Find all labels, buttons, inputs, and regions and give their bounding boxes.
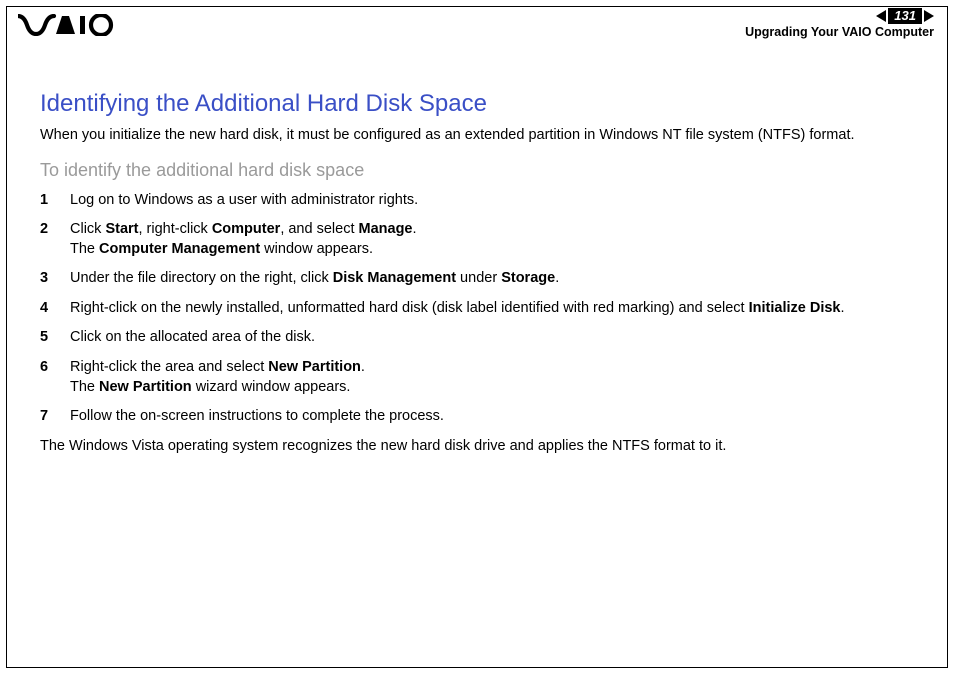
subheading: To identify the additional hard disk spa…	[40, 160, 914, 181]
page-nav: 131	[745, 8, 934, 24]
outro-paragraph: The Windows Vista operating system recog…	[40, 437, 914, 457]
vaio-logo	[18, 14, 118, 36]
step-item: Under the file directory on the right, c…	[40, 269, 914, 289]
step-item: Click on the allocated area of the disk.	[40, 328, 914, 348]
page-header: 131 Upgrading Your VAIO Computer	[6, 6, 948, 46]
step-item: Right-click the area and select New Part…	[40, 358, 914, 397]
header-right: 131 Upgrading Your VAIO Computer	[745, 8, 934, 39]
intro-paragraph: When you initialize the new hard disk, i…	[40, 126, 914, 146]
steps-list: Log on to Windows as a user with adminis…	[40, 191, 914, 427]
page-title: Identifying the Additional Hard Disk Spa…	[40, 90, 914, 118]
next-page-arrow-icon[interactable]	[924, 10, 934, 22]
page-number: 131	[888, 8, 922, 24]
step-item: Click Start, right-click Computer, and s…	[40, 220, 914, 259]
page-content: Identifying the Additional Hard Disk Spa…	[40, 90, 914, 456]
section-name: Upgrading Your VAIO Computer	[745, 25, 934, 39]
step-item: Right-click on the newly installed, unfo…	[40, 299, 914, 319]
prev-page-arrow-icon[interactable]	[876, 10, 886, 22]
step-item: Log on to Windows as a user with adminis…	[40, 191, 914, 211]
step-item: Follow the on-screen instructions to com…	[40, 407, 914, 427]
